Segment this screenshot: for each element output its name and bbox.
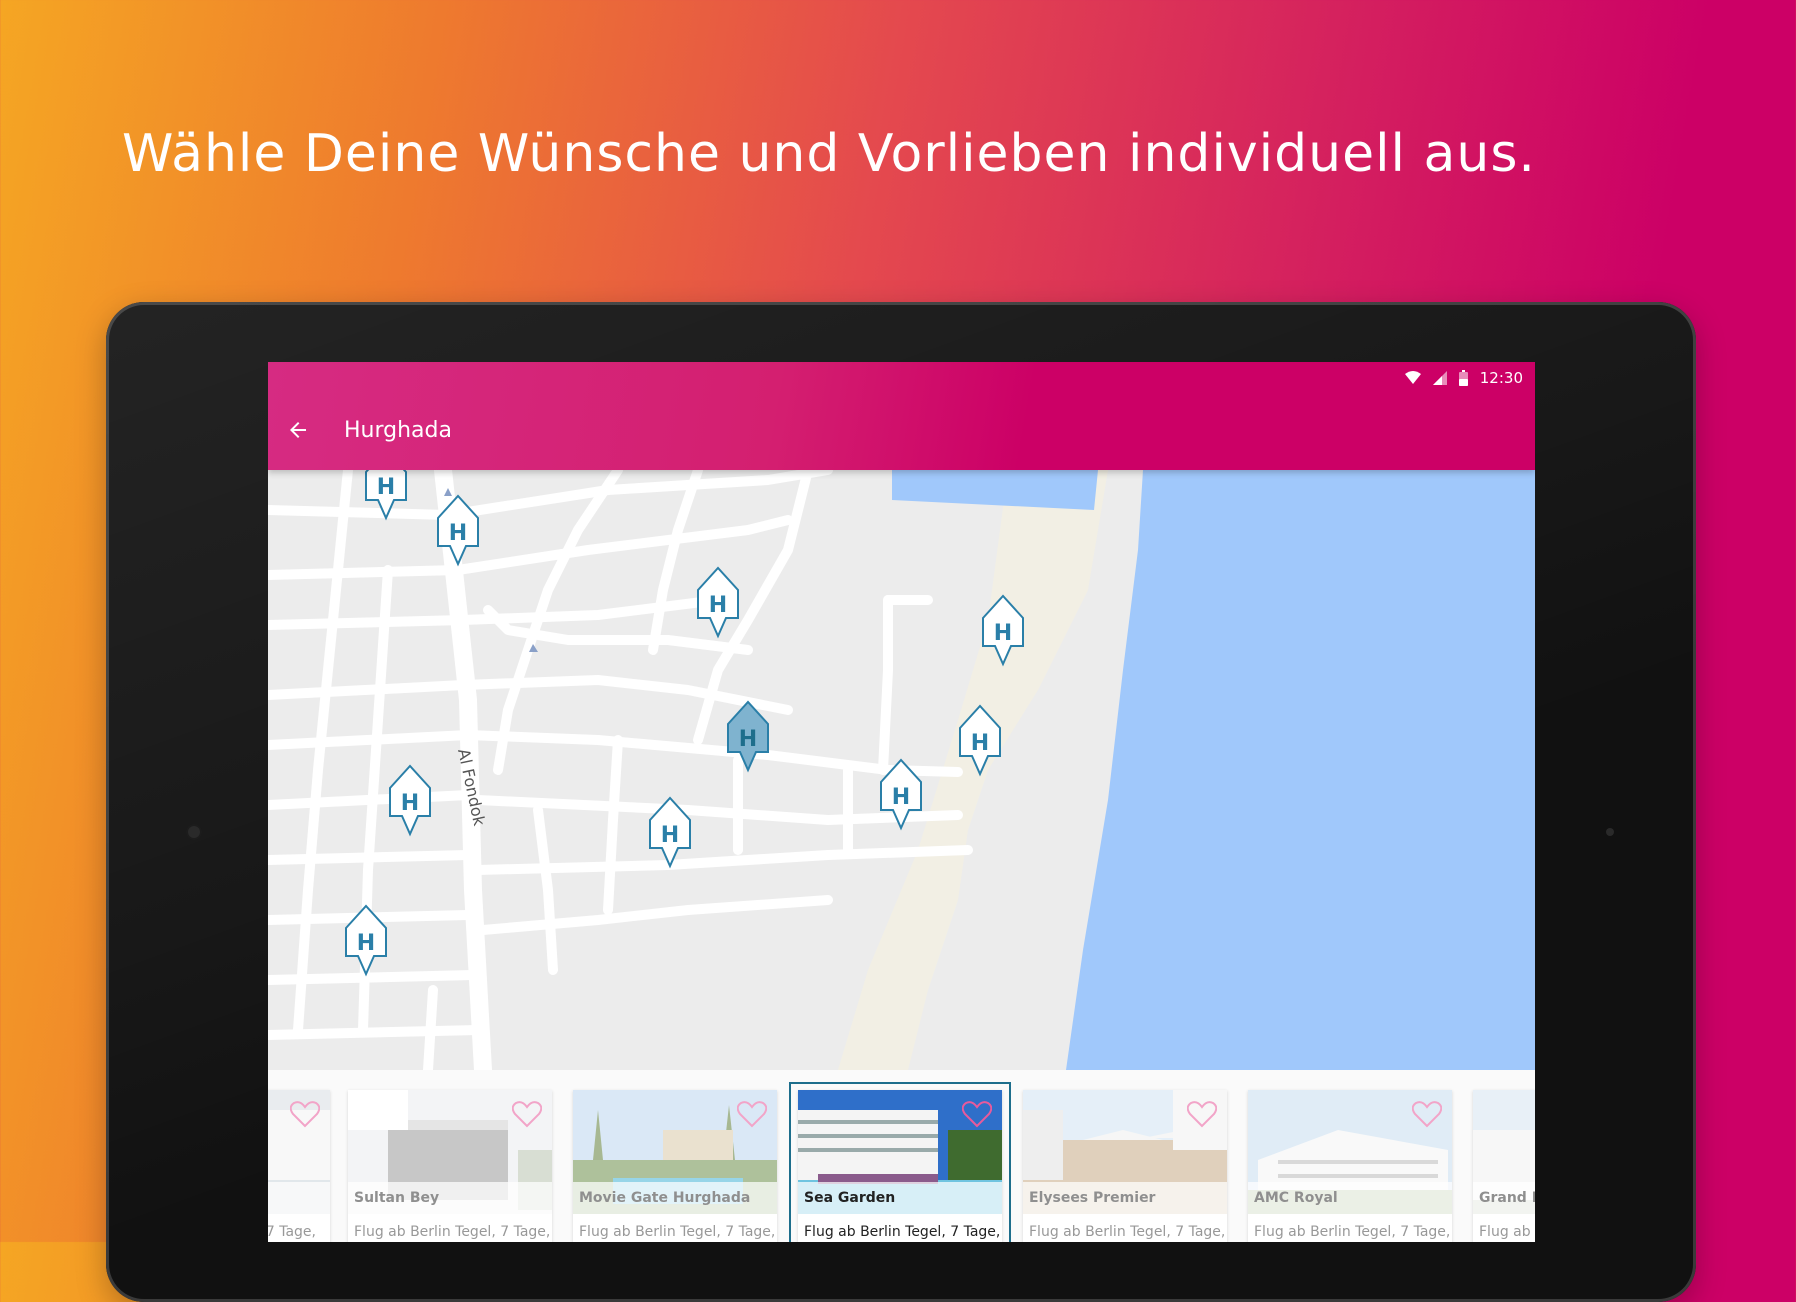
back-button[interactable] (282, 414, 314, 446)
hotel-card-selected[interactable]: Sea Garden Flug ab Berlin Tegel, 7 Tage, (798, 1090, 1002, 1242)
page-title: Hurghada (344, 418, 452, 443)
hotel-name: Elysees Premier (1023, 1182, 1227, 1214)
hotel-photo (268, 1090, 330, 1214)
map[interactable]: Al Fondok H H H H H H H H H H (268, 470, 1535, 1070)
heart-icon[interactable] (962, 1100, 992, 1128)
status-time: 12:30 (1479, 369, 1523, 387)
hotel-card[interactable]: Grand P Flug ab (1473, 1090, 1535, 1242)
svg-text:H: H (971, 731, 989, 756)
heart-icon[interactable] (1187, 1100, 1217, 1128)
map-canvas[interactable]: Al Fondok H H H H H H H H H H (268, 470, 1535, 1070)
hotel-name (268, 1182, 330, 1214)
hotel-photo (1023, 1090, 1227, 1214)
svg-text:H: H (401, 791, 419, 816)
hotel-description: Flug ab Berlin Tegel, 7 Tage, (1254, 1224, 1451, 1240)
arrow-left-icon (290, 422, 306, 438)
svg-text:H: H (377, 475, 395, 500)
heart-icon[interactable] (737, 1100, 767, 1128)
hotel-photo (573, 1090, 777, 1214)
svg-text:H: H (994, 621, 1012, 646)
signal-icon (1432, 371, 1447, 385)
hotel-photo (1248, 1090, 1452, 1214)
hotel-card[interactable]: AMC Royal Flug ab Berlin Tegel, 7 Tage, (1248, 1090, 1452, 1242)
hotel-name: Grand P (1473, 1182, 1535, 1214)
svg-text:H: H (709, 593, 727, 618)
heart-icon[interactable] (1412, 1100, 1442, 1128)
heart-icon[interactable] (512, 1100, 542, 1128)
heart-icon[interactable] (290, 1100, 320, 1128)
hotel-photo (1473, 1090, 1535, 1214)
svg-text:H: H (739, 727, 757, 752)
hotel-description: Flug ab (1479, 1224, 1531, 1240)
wifi-icon (1404, 371, 1421, 384)
hotel-photo (348, 1090, 552, 1214)
hotel-description: Flug ab Berlin Tegel, 7 Tage, (579, 1224, 776, 1240)
headline: Wähle Deine Wünsche und Vorlieben indivi… (122, 124, 1536, 184)
front-camera (188, 826, 200, 838)
hotel-card[interactable]: Sultan Bey Flug ab Berlin Tegel, 7 Tage, (348, 1090, 552, 1242)
hotel-description: 7 Tage, (268, 1224, 316, 1240)
svg-text:H: H (892, 785, 910, 810)
app-bar: 12:30 Hurghada (268, 362, 1535, 470)
hotel-description: Flug ab Berlin Tegel, 7 Tage, (354, 1224, 551, 1240)
sensor (1606, 828, 1614, 836)
svg-text:H: H (357, 931, 375, 956)
hotel-carousel[interactable]: 7 Tage, Sultan Bey Flug ab Berlin Tegel,… (268, 1070, 1535, 1242)
hotel-card[interactable]: 7 Tage, (268, 1090, 330, 1242)
screen: Al Fondok H H H H H H H H H H 12:30 Hurg… (268, 362, 1535, 1242)
hotel-name: AMC Royal (1248, 1182, 1452, 1214)
battery-icon (1458, 370, 1468, 386)
hotel-description: Flug ab Berlin Tegel, 7 Tage, (804, 1224, 1001, 1240)
status-bar: 12:30 (1404, 368, 1523, 388)
svg-text:H: H (661, 823, 679, 848)
hotel-card[interactable]: Movie Gate Hurghada Flug ab Berlin Tegel… (573, 1090, 777, 1242)
hotel-name: Sultan Bey (348, 1182, 552, 1214)
hotel-card[interactable]: Elysees Premier Flug ab Berlin Tegel, 7 … (1023, 1090, 1227, 1242)
hotel-description: Flug ab Berlin Tegel, 7 Tage, (1029, 1224, 1226, 1240)
hotel-name: Movie Gate Hurghada (573, 1182, 777, 1214)
svg-text:H: H (449, 521, 467, 546)
hotel-name: Sea Garden (798, 1182, 1002, 1214)
